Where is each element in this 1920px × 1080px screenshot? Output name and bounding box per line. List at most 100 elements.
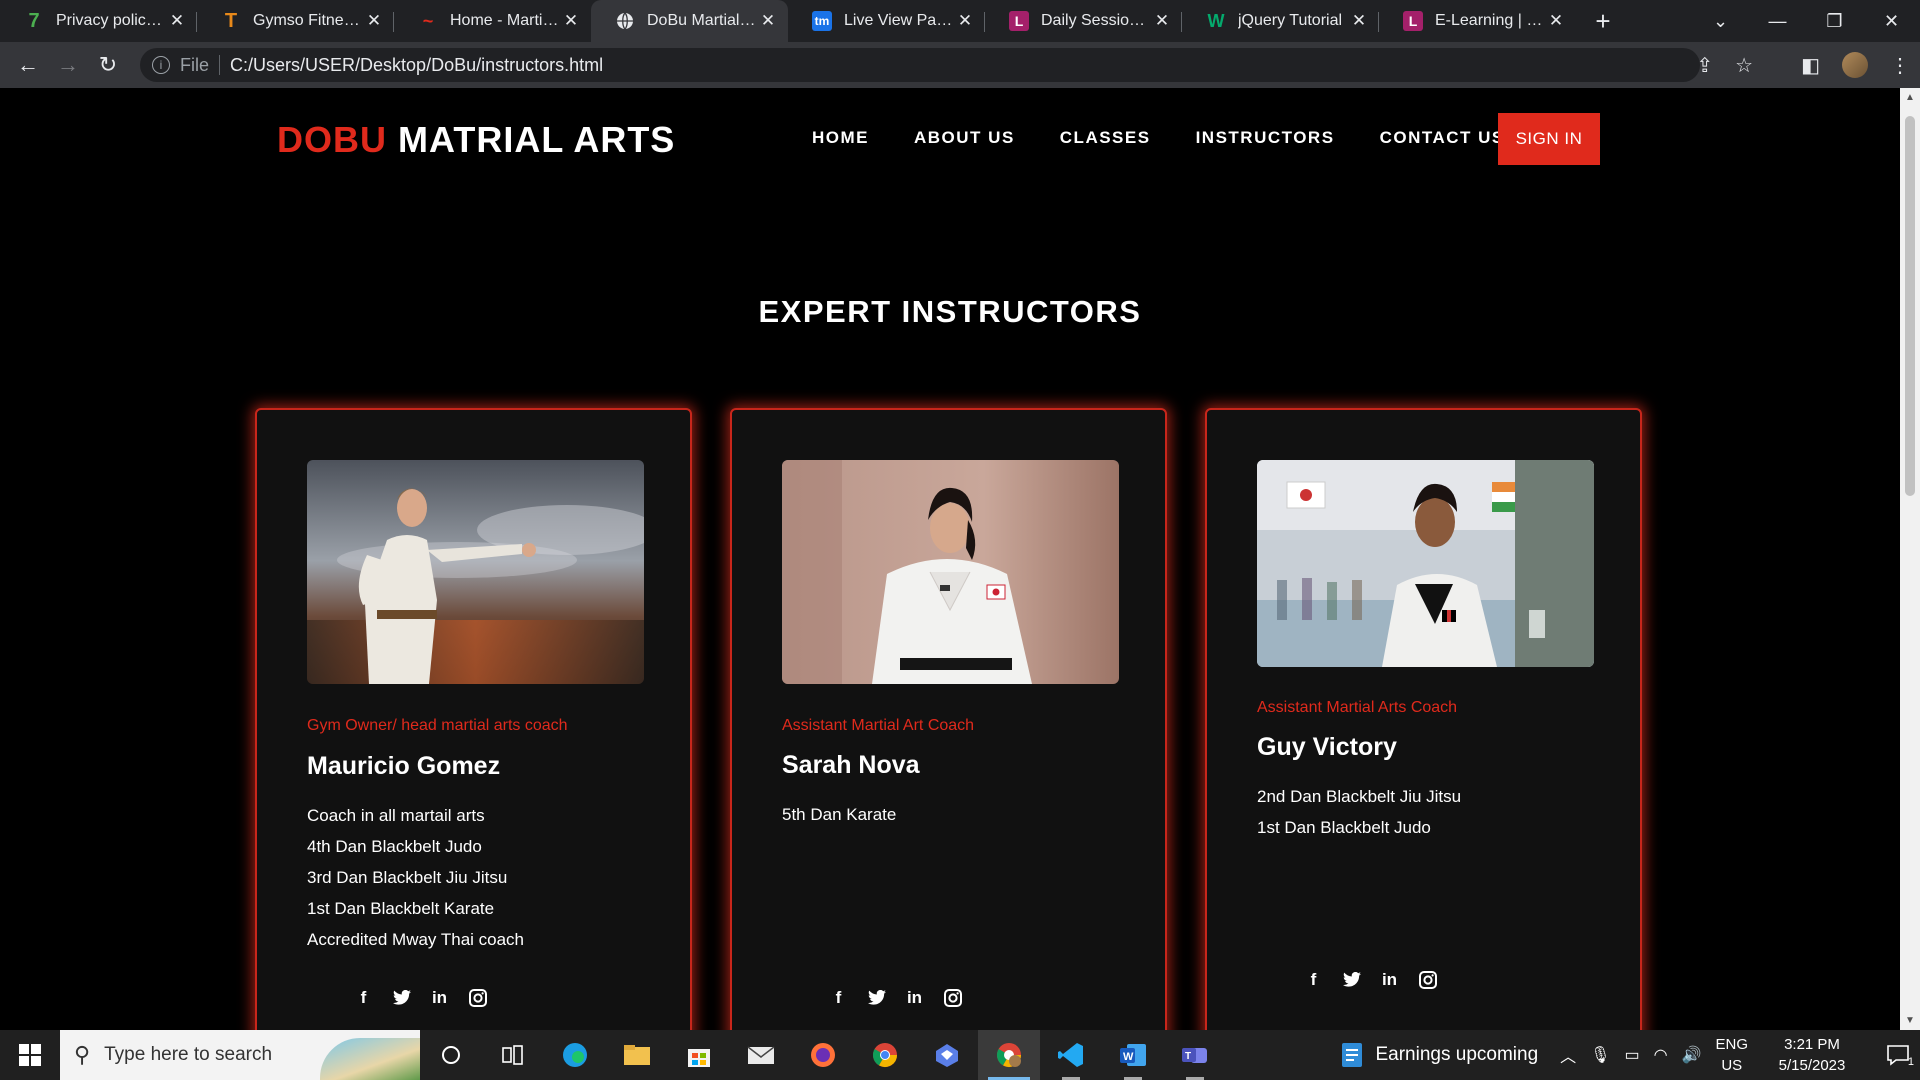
- back-icon[interactable]: ←: [8, 52, 48, 78]
- tab-favicon-icon: 7: [28, 9, 40, 32]
- linkedin-icon[interactable]: in: [1380, 970, 1399, 989]
- reload-icon[interactable]: ↻: [88, 52, 128, 78]
- windows-start-icon[interactable]: [0, 1030, 60, 1080]
- info-icon[interactable]: i: [152, 56, 170, 74]
- close-window-icon[interactable]: ✕: [1863, 11, 1920, 32]
- instructor-role: Gym Owner/ head martial arts coach: [307, 717, 568, 734]
- facebook-icon[interactable]: f: [1304, 970, 1323, 989]
- store-icon[interactable]: [668, 1030, 730, 1080]
- cortana-icon[interactable]: [420, 1030, 482, 1080]
- edge-icon[interactable]: [544, 1030, 606, 1080]
- site-header: DOBU MATRIAL ARTS HOME ABOUT US CLASSES …: [0, 88, 1900, 188]
- credential-item: 5th Dan Karate: [782, 805, 897, 824]
- forward-icon[interactable]: →: [48, 52, 88, 78]
- mail-icon[interactable]: [730, 1030, 792, 1080]
- instagram-icon[interactable]: [1418, 970, 1437, 989]
- twitter-icon[interactable]: [867, 988, 886, 1007]
- tab-close-icon[interactable]: ✕: [561, 11, 581, 31]
- browser-tab[interactable]: tm Live View Page - T ✕: [788, 0, 985, 42]
- side-panel-icon[interactable]: ◧: [1801, 53, 1820, 78]
- tab-title: Home - Martial A: [450, 12, 561, 29]
- browser-tab[interactable]: W jQuery Tutorial ✕: [1182, 0, 1379, 42]
- clock[interactable]: 3:21 PM 5/15/2023: [1762, 1034, 1862, 1076]
- credential-item: Coach in all martail arts: [307, 806, 485, 825]
- tab-close-icon[interactable]: ✕: [1152, 11, 1172, 31]
- page-scrollbar[interactable]: ▲ ▼: [1900, 88, 1920, 1030]
- instructor-name: Guy Victory: [1257, 733, 1397, 761]
- tab-close-icon[interactable]: ✕: [1349, 11, 1369, 31]
- credential-item: Accredited Mway Thai coach: [307, 930, 525, 949]
- microphone-icon[interactable]: 🎙: [1590, 1045, 1610, 1065]
- bookmark-star-icon[interactable]: ☆: [1735, 53, 1753, 78]
- address-url[interactable]: C:/Users/USER/Desktop/DoBu/instructors.h…: [230, 55, 603, 76]
- browser-tab[interactable]: ~ Home - Martial A ✕: [394, 0, 591, 42]
- instructor-card: Gym Owner/ head martial arts coach Mauri…: [255, 408, 692, 1030]
- share-icon[interactable]: ⇪: [1696, 53, 1713, 78]
- volume-icon[interactable]: 🔊: [1682, 1045, 1702, 1065]
- firefox-icon[interactable]: [792, 1030, 854, 1080]
- tab-close-icon[interactable]: ✕: [758, 11, 778, 31]
- notification-center-icon[interactable]: 1: [1876, 1044, 1920, 1068]
- news-widget[interactable]: Earnings upcoming: [1341, 1042, 1538, 1068]
- address-bar[interactable]: i File C:/Users/USER/Desktop/DoBu/instru…: [140, 48, 1700, 82]
- credential-item: 4th Dan Blackbelt Judo: [307, 837, 482, 856]
- profile-avatar[interactable]: [1842, 52, 1868, 78]
- tab-close-icon[interactable]: ✕: [364, 11, 384, 31]
- window-controls: ⌄ — ❐ ✕: [1692, 0, 1920, 42]
- minimize-icon[interactable]: —: [1749, 11, 1806, 32]
- language-indicator[interactable]: ENG US: [1715, 1034, 1748, 1076]
- new-tab-button[interactable]: +: [1582, 0, 1624, 42]
- twitter-icon[interactable]: [392, 988, 411, 1007]
- sign-in-button[interactable]: SIGN IN: [1498, 113, 1600, 165]
- vscode-icon[interactable]: [1040, 1030, 1102, 1080]
- nav-contact-us[interactable]: CONTACT US: [1380, 123, 1505, 153]
- file-explorer-icon[interactable]: [606, 1030, 668, 1080]
- browser-tab[interactable]: T Gymso Fitness - L ✕: [197, 0, 394, 42]
- linkedin-icon[interactable]: in: [430, 988, 449, 1007]
- nav-classes[interactable]: CLASSES: [1060, 123, 1151, 153]
- task-view-icon[interactable]: [482, 1030, 544, 1080]
- facebook-icon[interactable]: f: [354, 988, 373, 1007]
- tab-favicon-icon: L: [1009, 11, 1029, 31]
- tab-close-icon[interactable]: ✕: [1546, 11, 1566, 31]
- tab-search-icon[interactable]: ⌄: [1692, 11, 1749, 32]
- tab-close-icon[interactable]: ✕: [955, 11, 975, 31]
- scroll-down-icon[interactable]: ▼: [1900, 1015, 1920, 1026]
- browser-tab[interactable]: L E-Learning | IU6: I ✕: [1379, 0, 1576, 42]
- nav-instructors[interactable]: INSTRUCTORS: [1196, 123, 1335, 153]
- teams-icon[interactable]: T: [1164, 1030, 1226, 1080]
- battery-icon[interactable]: ▭: [1624, 1045, 1639, 1065]
- linkedin-icon[interactable]: in: [905, 988, 924, 1007]
- news-text: Earnings upcoming: [1375, 1044, 1539, 1065]
- taskbar-search[interactable]: ⚲ Type here to search: [60, 1030, 420, 1080]
- site-logo[interactable]: DOBU MATRIAL ARTS: [277, 119, 675, 161]
- social-links: f in: [829, 988, 962, 1007]
- menu-kebab-icon[interactable]: ⋮: [1890, 53, 1910, 78]
- instagram-icon[interactable]: [468, 988, 487, 1007]
- nav-about-us[interactable]: ABOUT US: [914, 123, 1015, 153]
- tab-close-icon[interactable]: ✕: [167, 11, 187, 31]
- word-icon[interactable]: W: [1102, 1030, 1164, 1080]
- chevron-up-icon[interactable]: ︿: [1560, 1043, 1576, 1067]
- scroll-up-icon[interactable]: ▲: [1900, 92, 1920, 103]
- tab-title: Privacy policy – Pl: [56, 12, 167, 29]
- browser-tab[interactable]: 7 Privacy policy – Pl ✕: [0, 0, 197, 42]
- credential-item: 1st Dan Blackbelt Judo: [1257, 818, 1431, 837]
- tab-favicon-icon: ~: [422, 10, 434, 31]
- browser-tab[interactable]: L Daily Sessions | C ✕: [985, 0, 1182, 42]
- wifi-icon[interactable]: ◠: [1654, 1045, 1668, 1065]
- browser-tab-bar: 7 Privacy policy – Pl ✕ T Gymso Fitness …: [0, 0, 1920, 42]
- chrome-icon[interactable]: [854, 1030, 916, 1080]
- tab-title: Live View Page - T: [844, 12, 955, 29]
- restore-icon[interactable]: ❐: [1806, 11, 1863, 32]
- nav-home[interactable]: HOME: [812, 123, 869, 153]
- copilot-app-icon[interactable]: [916, 1030, 978, 1080]
- twitter-icon[interactable]: [1342, 970, 1361, 989]
- facebook-icon[interactable]: f: [829, 988, 848, 1007]
- instagram-icon[interactable]: [943, 988, 962, 1007]
- chrome-profile-icon[interactable]: [978, 1030, 1040, 1080]
- scrollbar-thumb[interactable]: [1905, 116, 1915, 496]
- clock-date: 5/15/2023: [1778, 1057, 1846, 1074]
- instructor-name: Mauricio Gomez: [307, 752, 501, 780]
- browser-tab-active[interactable]: DoBu Martial Arts ✕: [591, 0, 788, 42]
